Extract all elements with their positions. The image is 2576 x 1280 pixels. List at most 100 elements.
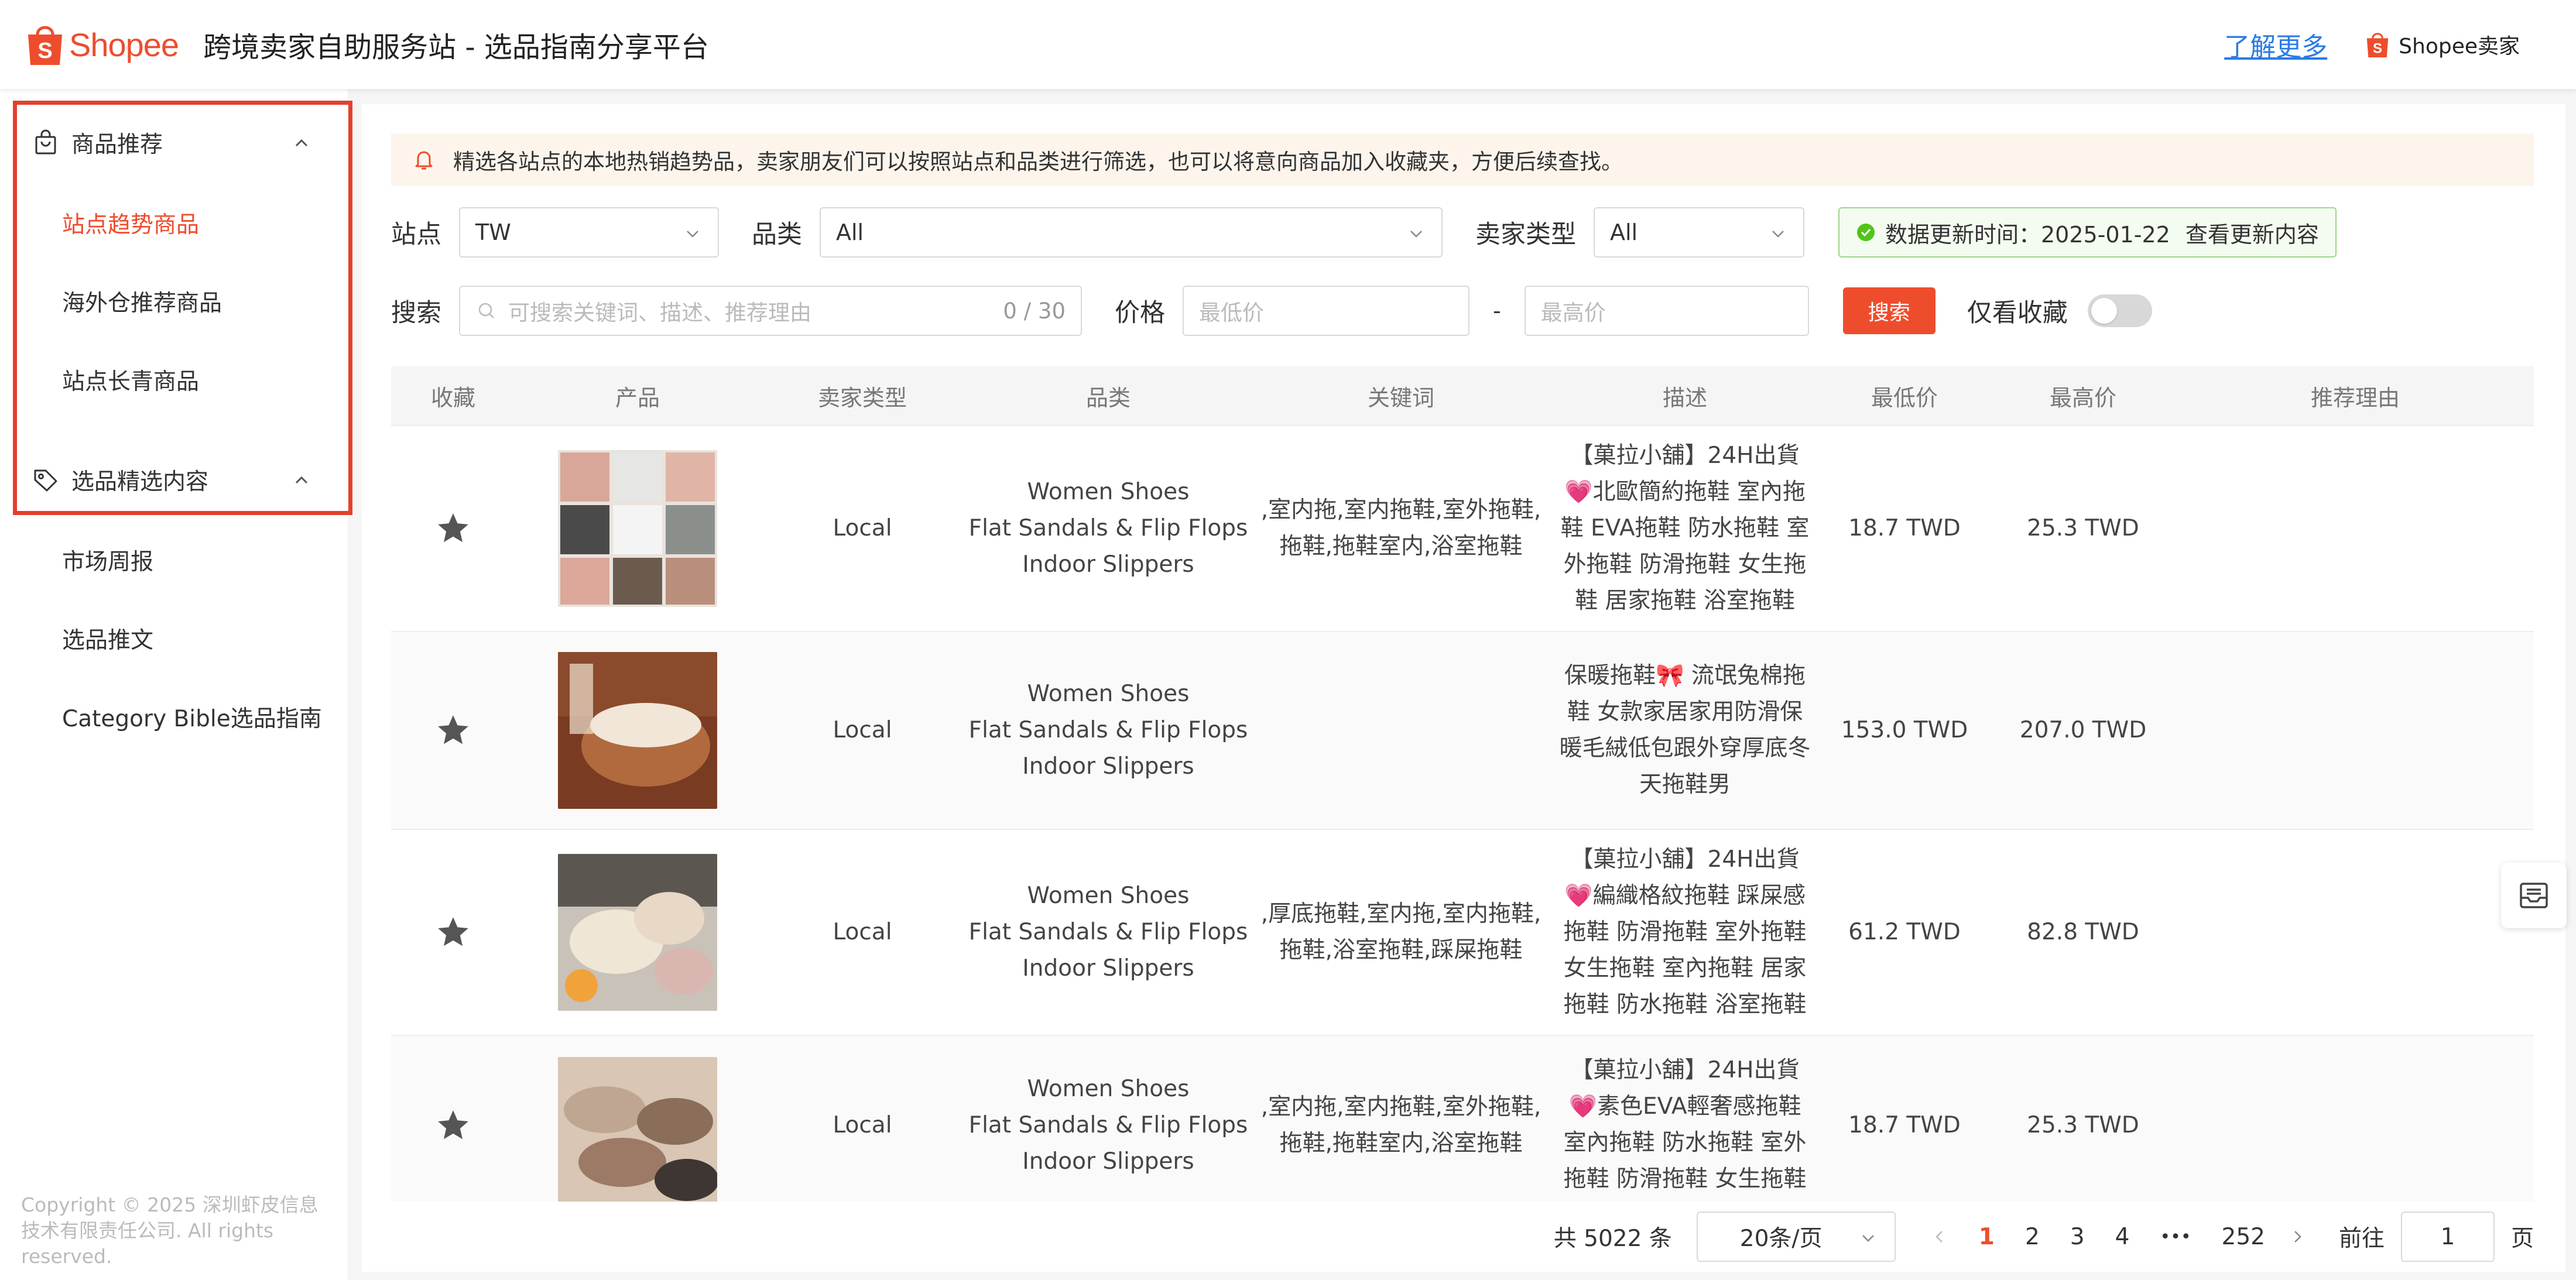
sidebar-item-label: 站点长青商品 xyxy=(62,369,200,395)
sidebar-item-site-trending[interactable]: 站点趋势商品 xyxy=(0,184,348,262)
description-cell: 【菓拉小舖】24H出貨💗北歐簡約拖鞋 室內拖鞋 EVA拖鞋 防水拖鞋 室外拖鞋 … xyxy=(1560,442,1810,614)
page-button-2[interactable]: 2 xyxy=(2025,1224,2040,1250)
seller-type-cell: Local xyxy=(833,515,892,541)
max-price-cell: 25.3 TWD xyxy=(2027,1112,2139,1138)
col-header-max-price: 最高价 xyxy=(2049,385,2116,411)
site-select-value: TW xyxy=(475,219,511,245)
page-button-last[interactable]: 252 xyxy=(2222,1224,2265,1250)
shopee-seller-logo[interactable]: S Shopee卖家 xyxy=(2365,29,2520,60)
chevron-left-icon[interactable] xyxy=(1931,1228,1948,1245)
sidebar-item-evergreen[interactable]: 站点长青商品 xyxy=(0,341,348,419)
table-row: Local Women Shoes Flat Sandals & Flip Fl… xyxy=(391,830,2534,1036)
table-header: 收藏 产品 卖家类型 品类 关键词 描述 最低价 最高价 推荐理由 xyxy=(391,366,2534,426)
filter-panel: 站点 TW 品类 All 卖家类型 All 数据更新时间：2025-01-22 xyxy=(391,207,2534,336)
search-input[interactable]: 可搜索关键词、描述、推荐理由 0 / 30 xyxy=(459,286,1082,336)
category-level-1: Women Shoes xyxy=(1027,479,1190,505)
search-button[interactable]: 搜索 xyxy=(1842,287,1936,334)
sidebar-item-market-weekly[interactable]: 市场周报 xyxy=(0,521,348,599)
bag-icon xyxy=(35,129,56,155)
notice-banner: 精选各站点的本地热销趋势品，卖家朋友们可以按照站点和品类进行筛选，也可以将意向商… xyxy=(391,133,2534,186)
reason-cell xyxy=(2177,1052,2534,1199)
page-title: 跨境卖家自助服务站 - 选品指南分享平台 xyxy=(203,31,709,64)
notice-text: 精选各站点的本地热销趋势品，卖家朋友们可以按照站点和品类进行筛选，也可以将意向商… xyxy=(453,149,1623,174)
chevron-down-icon xyxy=(687,231,698,238)
inbox-icon xyxy=(2520,883,2548,908)
star-icon[interactable] xyxy=(435,510,471,547)
goto-page-input[interactable]: 1 xyxy=(2400,1212,2495,1262)
sidebar-item-overseas-warehouse[interactable]: 海外仓推荐商品 xyxy=(0,262,348,341)
col-header-seller-type: 卖家类型 xyxy=(817,385,907,411)
sidebar-group-header[interactable]: 选品精选内容 xyxy=(0,439,348,521)
min-price-cell: 18.7 TWD xyxy=(1848,515,1961,541)
star-icon[interactable] xyxy=(435,1107,471,1144)
keywords-cell: ,室内拖,室内拖鞋,室外拖鞋,拖鞋,拖鞋室内,浴室拖鞋 xyxy=(1260,497,1542,560)
chevron-down-icon xyxy=(1862,1235,1874,1242)
category-level-3: Indoor Slippers xyxy=(1022,1148,1194,1175)
page-size-value: 20条/页 xyxy=(1739,1226,1823,1252)
category-label: 品类 xyxy=(752,220,802,249)
chevron-down-icon xyxy=(1772,231,1784,238)
min-price-placeholder: 最低价 xyxy=(1199,300,1264,325)
page-button-1[interactable]: 1 xyxy=(1979,1224,1995,1250)
category-select[interactable]: All xyxy=(820,207,1443,258)
max-price-input[interactable]: 最高价 xyxy=(1524,286,1809,336)
max-price-cell: 25.3 TWD xyxy=(2027,515,2139,541)
chevron-down-icon xyxy=(1410,231,1422,238)
col-header-description: 描述 xyxy=(1662,385,1707,411)
view-update-link[interactable]: 查看更新内容 xyxy=(2186,217,2319,249)
table-row: Local Women Shoes Flat Sandals & Flip Fl… xyxy=(391,426,2534,632)
min-price-input[interactable]: 最低价 xyxy=(1183,286,1469,336)
search-label: 搜索 xyxy=(391,298,441,328)
description-cell: 【菓拉小舖】24H出貨💗編織格紋拖鞋 踩屎感拖鞋 防滑拖鞋 室外拖鞋 女生拖鞋 … xyxy=(1563,846,1807,1018)
sidebar-item-selection-articles[interactable]: 选品推文 xyxy=(0,599,348,678)
col-header-reason: 推荐理由 xyxy=(2310,385,2400,411)
category-level-3: Indoor Slippers xyxy=(1022,753,1194,780)
page-ellipsis[interactable]: ••• xyxy=(2160,1227,2191,1247)
product-image[interactable] xyxy=(558,1057,717,1214)
product-image[interactable] xyxy=(558,854,717,1011)
category-level-3: Indoor Slippers xyxy=(1022,551,1194,578)
copyright-text: Copyright © 2025 深圳虾皮信息技术有限责任公司. All rig… xyxy=(21,1193,318,1268)
category-level-2: Flat Sandals & Flip Flops xyxy=(968,919,1248,945)
page-size-select[interactable]: 20条/页 xyxy=(1696,1212,1896,1262)
search-icon xyxy=(478,303,494,318)
shopee-logo[interactable]: S Shopee xyxy=(25,22,179,67)
col-header-min-price: 最低价 xyxy=(1871,385,1938,411)
sidebar-item-category-bible[interactable]: Category Bible选品指南 xyxy=(0,678,348,756)
product-image[interactable] xyxy=(558,652,717,809)
seller-type-cell: Local xyxy=(833,1112,892,1138)
star-icon[interactable] xyxy=(435,914,471,950)
keywords-cell: ,厚底拖鞋,室内拖,室内拖鞋,拖鞋,浴室拖鞋,踩屎拖鞋 xyxy=(1260,901,1542,963)
sidebar-group-curated-content: 选品精选内容 市场周报 选品推文 Category Bible选品指南 xyxy=(0,439,348,756)
sidebar-item-label: Category Bible选品指南 xyxy=(62,706,322,732)
top-header: S Shopee 跨境卖家自助服务站 - 选品指南分享平台 了解更多 S Sho… xyxy=(0,0,2576,89)
sidebar: 商品推荐 站点趋势商品 海外仓推荐商品 站点长青商品 选品精选内容 市场周报 选… xyxy=(0,89,352,1280)
search-char-count: 0 / 30 xyxy=(1003,298,1066,324)
favorites-only-toggle[interactable] xyxy=(2087,294,2152,327)
page-button-3[interactable]: 3 xyxy=(2070,1224,2085,1250)
shopee-bag-icon: S xyxy=(2366,33,2389,57)
sidebar-group-header[interactable]: 商品推荐 xyxy=(0,102,348,184)
category-cell: Women Shoes Flat Sandals & Flip Flops In… xyxy=(965,474,1252,583)
logo-text: Shopee xyxy=(69,26,179,63)
learn-more-link[interactable]: 了解更多 xyxy=(2224,26,2327,63)
chevron-right-icon[interactable] xyxy=(2289,1228,2306,1245)
category-level-2: Flat Sandals & Flip Flops xyxy=(968,515,1248,541)
category-level-3: Indoor Slippers xyxy=(1022,955,1194,982)
page-button-4[interactable]: 4 xyxy=(2115,1224,2130,1250)
keywords-cell: ,室内拖,室内拖鞋,室外拖鞋,拖鞋,拖鞋室内,浴室拖鞋 xyxy=(1260,1094,1542,1157)
site-select[interactable]: TW xyxy=(459,207,719,258)
star-icon[interactable] xyxy=(435,712,471,749)
col-header-category: 品类 xyxy=(1085,385,1131,411)
category-level-2: Flat Sandals & Flip Flops xyxy=(968,717,1248,743)
goto-suffix: 页 xyxy=(2510,1226,2534,1252)
data-update-badge: 数据更新时间：2025-01-22 查看更新内容 xyxy=(1838,207,2337,258)
site-label: 站点 xyxy=(391,220,441,249)
feedback-float-button[interactable] xyxy=(2501,863,2567,928)
product-image[interactable] xyxy=(558,450,717,607)
pagination: 共 5022 条 20条/页 1 2 3 4 ••• 252 前往 1 页 xyxy=(362,1202,2565,1272)
col-header-keywords: 关键词 xyxy=(1367,385,1434,411)
seller-type-cell: Local xyxy=(833,919,892,945)
product-table: 收藏 产品 卖家类型 品类 关键词 描述 最低价 最高价 推荐理由 Local xyxy=(391,366,2534,1230)
seller-type-select[interactable]: All xyxy=(1594,207,1804,258)
